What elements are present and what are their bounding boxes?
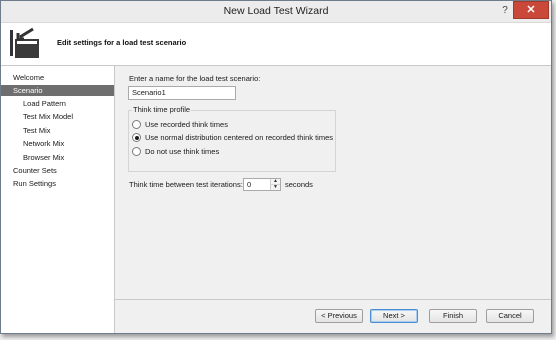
iteration-think-time-label: Think time between test iterations:	[129, 180, 243, 189]
nav-item-browser-mix[interactable]: Browser Mix	[1, 152, 114, 163]
nav-item-welcome[interactable]: Welcome	[1, 72, 114, 83]
finish-button[interactable]: Finish	[429, 309, 477, 323]
cancel-button[interactable]: Cancel	[486, 309, 534, 323]
wizard-header: Edit settings for a load test scenario	[1, 23, 551, 66]
spin-down-icon[interactable]: ▼	[271, 185, 280, 190]
think-time-profile-title: Think time profile	[132, 105, 192, 114]
window-title: New Load Test Wizard	[223, 5, 329, 17]
nav-item-run-settings[interactable]: Run Settings	[1, 178, 114, 189]
next-button[interactable]: Next >	[370, 309, 418, 323]
wizard-nav: Welcome Scenario Load Pattern Test Mix M…	[1, 66, 115, 333]
radio-no-think-times[interactable]	[132, 147, 141, 156]
iteration-think-time-value[interactable]: 0	[247, 180, 251, 189]
iteration-think-time-spinner[interactable]: 0 ▲ ▼	[243, 178, 281, 191]
radio-recorded-think-times-label[interactable]: Use recorded think times	[145, 120, 228, 129]
iteration-unit-label: seconds	[285, 180, 313, 189]
radio-normal-distribution-label[interactable]: Use normal distribution centered on reco…	[145, 133, 333, 142]
nav-item-network-mix[interactable]: Network Mix	[1, 138, 114, 149]
radio-recorded-think-times[interactable]	[132, 120, 141, 129]
nav-item-scenario[interactable]: Scenario	[1, 85, 114, 96]
nav-item-counter-sets[interactable]: Counter Sets	[1, 165, 114, 176]
previous-button[interactable]: < Previous	[315, 309, 363, 323]
nav-item-test-mix-model[interactable]: Test Mix Model	[1, 111, 114, 122]
scenario-name-label: Enter a name for the load test scenario:	[129, 74, 261, 83]
header-title: Edit settings for a load test scenario	[57, 38, 187, 47]
title-bar: New Load Test Wizard ? ✕	[1, 1, 551, 23]
wizard-scenario-icon	[10, 27, 39, 58]
radio-no-think-times-label[interactable]: Do not use think times	[145, 147, 219, 156]
wizard-footer: < Previous Next > Finish Cancel	[115, 299, 551, 333]
scenario-panel: Enter a name for the load test scenario:…	[115, 66, 551, 299]
close-button[interactable]: ✕	[513, 1, 549, 19]
nav-item-load-pattern[interactable]: Load Pattern	[1, 98, 114, 109]
wizard-window: New Load Test Wizard ? ✕ Edit settings f…	[0, 0, 552, 334]
help-button[interactable]: ?	[499, 5, 511, 17]
nav-item-test-mix[interactable]: Test Mix	[1, 125, 114, 136]
scenario-name-input[interactable]: Scenario1	[128, 86, 236, 100]
radio-normal-distribution[interactable]	[132, 133, 141, 142]
spinner-buttons[interactable]: ▲ ▼	[270, 179, 280, 190]
